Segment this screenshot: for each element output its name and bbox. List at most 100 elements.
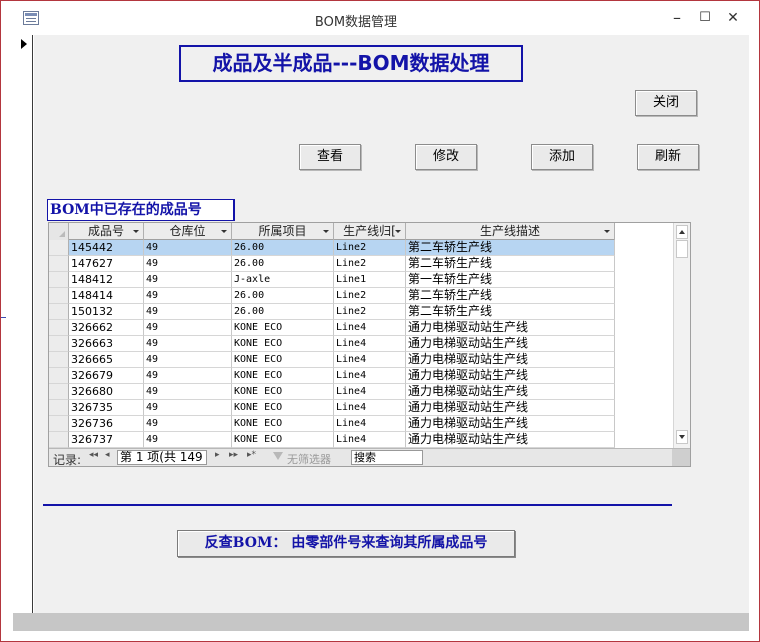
warehouse-cell[interactable]: 49 [144,352,232,368]
dropdown-arrow-icon[interactable] [323,230,329,233]
table-row[interactable]: 326680 49 KONE ECO Line4 通力电梯驱动站生产线 [49,384,615,400]
project-cell[interactable]: 26.00 [232,256,334,272]
project-cell[interactable]: KONE ECO [232,432,334,448]
column-header-warehouse[interactable]: 仓库位 [144,223,232,240]
project-cell[interactable]: 26.00 [232,240,334,256]
row-selector[interactable] [49,416,69,432]
edit-button[interactable]: 修改 [415,144,477,170]
row-selector[interactable] [49,336,69,352]
warehouse-cell[interactable]: 49 [144,240,232,256]
table-row[interactable]: 326735 49 KONE ECO Line4 通力电梯驱动站生产线 [49,400,615,416]
line-cell[interactable]: Line4 [334,336,406,352]
reverse-bom-lookup-button[interactable]: 反查BOM： 由零部件号来查询其所属成品号 [177,530,515,557]
product-no-cell[interactable]: 326665 [69,352,144,368]
line-desc-cell[interactable]: 通力电梯驱动站生产线 [406,368,615,384]
row-selector[interactable] [49,352,69,368]
table-row[interactable]: 326665 49 KONE ECO Line4 通力电梯驱动站生产线 [49,352,615,368]
project-cell[interactable]: KONE ECO [232,416,334,432]
line-desc-cell[interactable]: 通力电梯驱动站生产线 [406,320,615,336]
warehouse-cell[interactable]: 49 [144,336,232,352]
search-input[interactable]: 搜索 [351,450,423,465]
dropdown-arrow-icon[interactable] [221,230,227,233]
line-desc-cell[interactable]: 通力电梯驱动站生产线 [406,336,615,352]
table-row[interactable]: 150132 49 26.00 Line2 第二车轿生产线 [49,304,615,320]
row-selector[interactable] [49,400,69,416]
column-header-line-desc[interactable]: 生产线描述 [406,223,615,240]
dropdown-arrow-icon[interactable] [133,230,139,233]
line-desc-cell[interactable]: 第二车轿生产线 [406,240,615,256]
line-cell[interactable]: Line2 [334,256,406,272]
table-row[interactable]: 145442 49 26.00 Line2 第二车轿生产线 [49,240,615,256]
product-no-cell[interactable]: 145442 [69,240,144,256]
close-form-button[interactable]: 关闭 [635,90,697,116]
vertical-scrollbar[interactable] [673,223,690,448]
project-cell[interactable]: 26.00 [232,288,334,304]
warehouse-cell[interactable]: 49 [144,272,232,288]
table-row[interactable]: 148412 49 J-axle Line1 第一车轿生产线 [49,272,615,288]
select-all-corner[interactable] [49,223,69,240]
product-no-cell[interactable]: 148412 [69,272,144,288]
row-selector[interactable] [49,240,69,256]
project-cell[interactable]: KONE ECO [232,336,334,352]
table-row[interactable]: 148414 49 26.00 Line2 第二车轿生产线 [49,288,615,304]
row-selector[interactable] [49,256,69,272]
record-position-input[interactable]: 第 1 项(共 149 1 [117,450,207,465]
product-no-cell[interactable]: 148414 [69,288,144,304]
record-selector-strip[interactable] [13,35,33,615]
row-selector[interactable] [49,320,69,336]
line-cell[interactable]: Line4 [334,432,406,448]
minimize-button[interactable]: – [662,5,692,31]
product-no-cell[interactable]: 150132 [69,304,144,320]
column-header-product-no[interactable]: 成品号 [69,223,144,240]
row-selector[interactable] [49,304,69,320]
warehouse-cell[interactable]: 49 [144,288,232,304]
line-cell[interactable]: Line4 [334,368,406,384]
product-no-cell[interactable]: 326680 [69,384,144,400]
filter-status[interactable]: 无筛选器 [287,451,331,467]
table-row[interactable]: 326679 49 KONE ECO Line4 通力电梯驱动站生产线 [49,368,615,384]
line-desc-cell[interactable]: 通力电梯驱动站生产线 [406,432,615,448]
project-cell[interactable]: KONE ECO [232,384,334,400]
product-no-cell[interactable]: 326736 [69,416,144,432]
line-cell[interactable]: Line4 [334,352,406,368]
line-desc-cell[interactable]: 通力电梯驱动站生产线 [406,352,615,368]
line-desc-cell[interactable]: 第二车轿生产线 [406,304,615,320]
table-row[interactable]: 326663 49 KONE ECO Line4 通力电梯驱动站生产线 [49,336,615,352]
last-record-icon[interactable]: ▸▸ [229,450,238,460]
prev-record-icon[interactable]: ◂ [105,450,110,460]
line-desc-cell[interactable]: 第二车轿生产线 [406,256,615,272]
line-desc-cell[interactable]: 第二车轿生产线 [406,288,615,304]
view-button[interactable]: 查看 [299,144,361,170]
line-cell[interactable]: Line2 [334,240,406,256]
first-record-icon[interactable]: ◂◂ [89,450,98,460]
warehouse-cell[interactable]: 49 [144,432,232,448]
scroll-down-icon[interactable] [676,430,688,444]
line-cell[interactable]: Line2 [334,288,406,304]
table-row[interactable]: 147627 49 26.00 Line2 第二车轿生产线 [49,256,615,272]
next-record-icon[interactable]: ▸ [215,450,220,460]
project-cell[interactable]: KONE ECO [232,368,334,384]
warehouse-cell[interactable]: 49 [144,416,232,432]
close-window-button[interactable]: ✕ [718,5,748,31]
horizontal-scrollbar[interactable] [425,449,672,466]
project-cell[interactable]: KONE ECO [232,400,334,416]
line-desc-cell[interactable]: 通力电梯驱动站生产线 [406,384,615,400]
dropdown-arrow-icon[interactable] [604,230,610,233]
warehouse-cell[interactable]: 49 [144,256,232,272]
line-cell[interactable]: Line4 [334,400,406,416]
scroll-thumb[interactable] [676,240,688,258]
column-header-line[interactable]: 生产线归[ [334,223,406,240]
product-grid[interactable]: 成品号 仓库位 所属项目 生产线归[ 生产线描述 145442 49 26.00 Li… [48,222,691,467]
line-cell[interactable]: Line4 [334,384,406,400]
project-cell[interactable]: KONE ECO [232,320,334,336]
line-desc-cell[interactable]: 通力电梯驱动站生产线 [406,416,615,432]
warehouse-cell[interactable]: 49 [144,320,232,336]
line-cell[interactable]: Line4 [334,416,406,432]
warehouse-cell[interactable]: 49 [144,304,232,320]
product-no-cell[interactable]: 326662 [69,320,144,336]
project-cell[interactable]: 26.00 [232,304,334,320]
warehouse-cell[interactable]: 49 [144,384,232,400]
row-selector[interactable] [49,288,69,304]
product-no-cell[interactable]: 326737 [69,432,144,448]
add-button[interactable]: 添加 [531,144,593,170]
